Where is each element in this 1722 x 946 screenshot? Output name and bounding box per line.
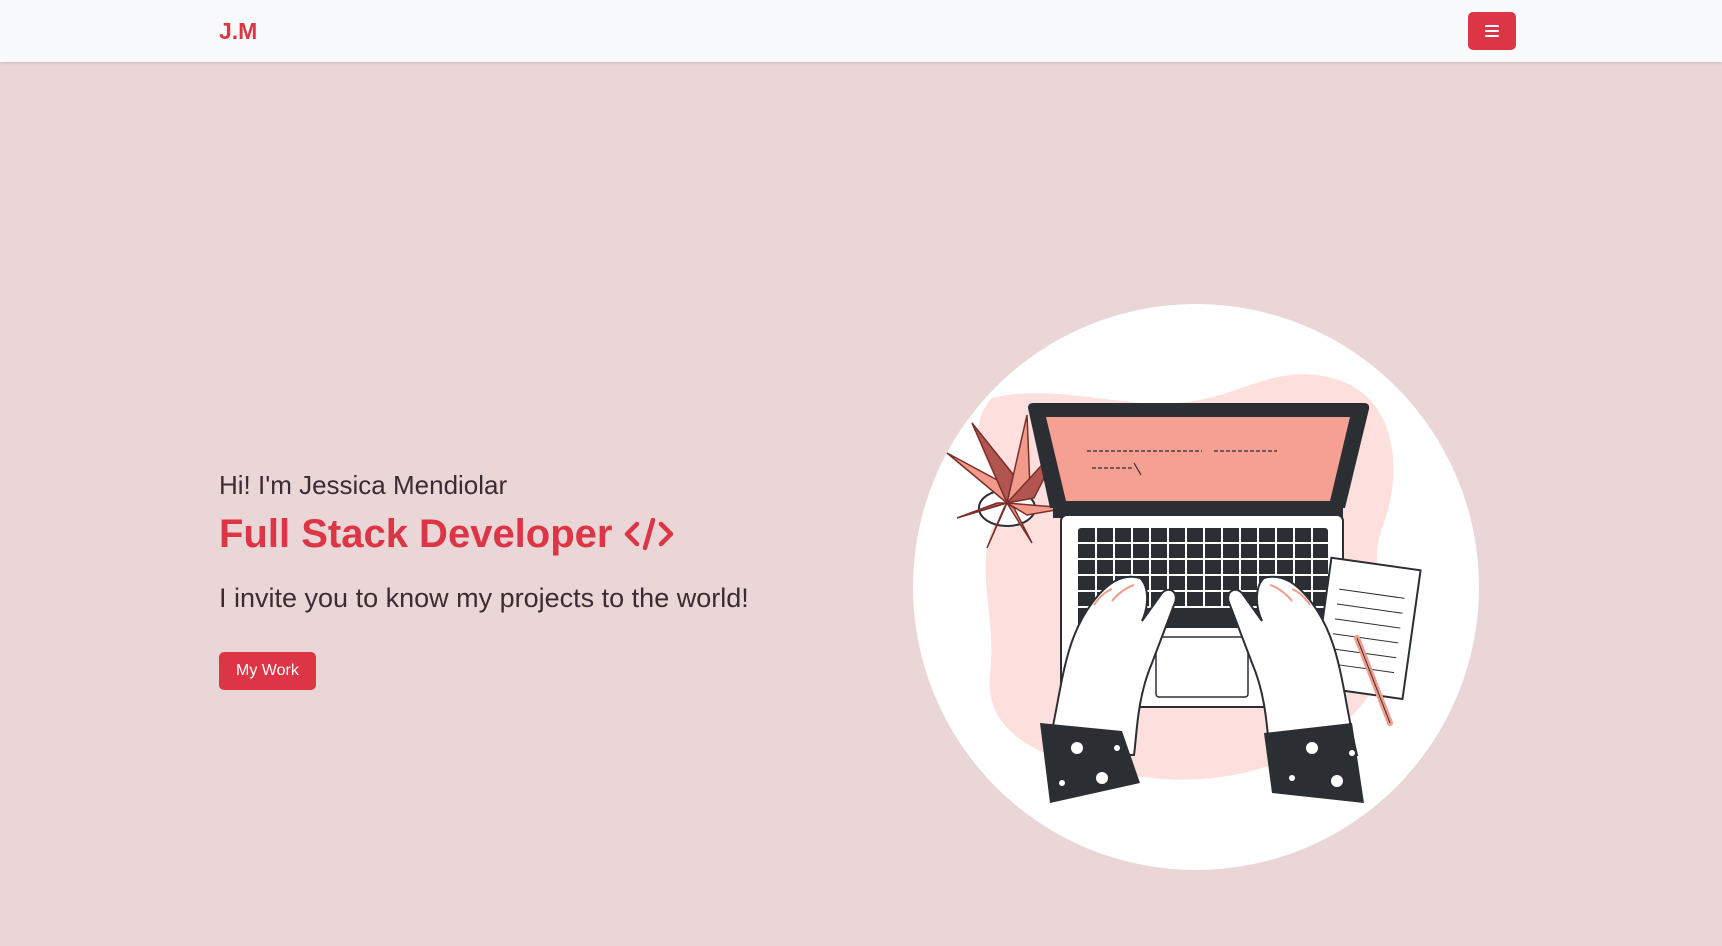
code-brackets-icon <box>625 517 674 551</box>
hero-title-row: Full Stack Developer <box>219 509 839 559</box>
laptop-typing-illustration <box>913 304 1479 870</box>
hero-title: Full Stack Developer <box>219 512 613 557</box>
hero-tagline: I invite you to know my projects to the … <box>219 583 749 614</box>
hero-greeting: Hi! I'm Jessica Mendiolar <box>219 470 508 500</box>
brand-logo[interactable]: J.M <box>219 18 257 45</box>
my-work-button[interactable]: My Work <box>219 652 316 691</box>
menu-toggle-button[interactable] <box>1468 12 1516 50</box>
hamburger-menu-icon <box>1485 25 1499 37</box>
hero-section: Hi! I'm Jessica Mendiolar Full Stack Dev… <box>219 470 839 691</box>
navbar: J.M <box>0 0 1722 62</box>
